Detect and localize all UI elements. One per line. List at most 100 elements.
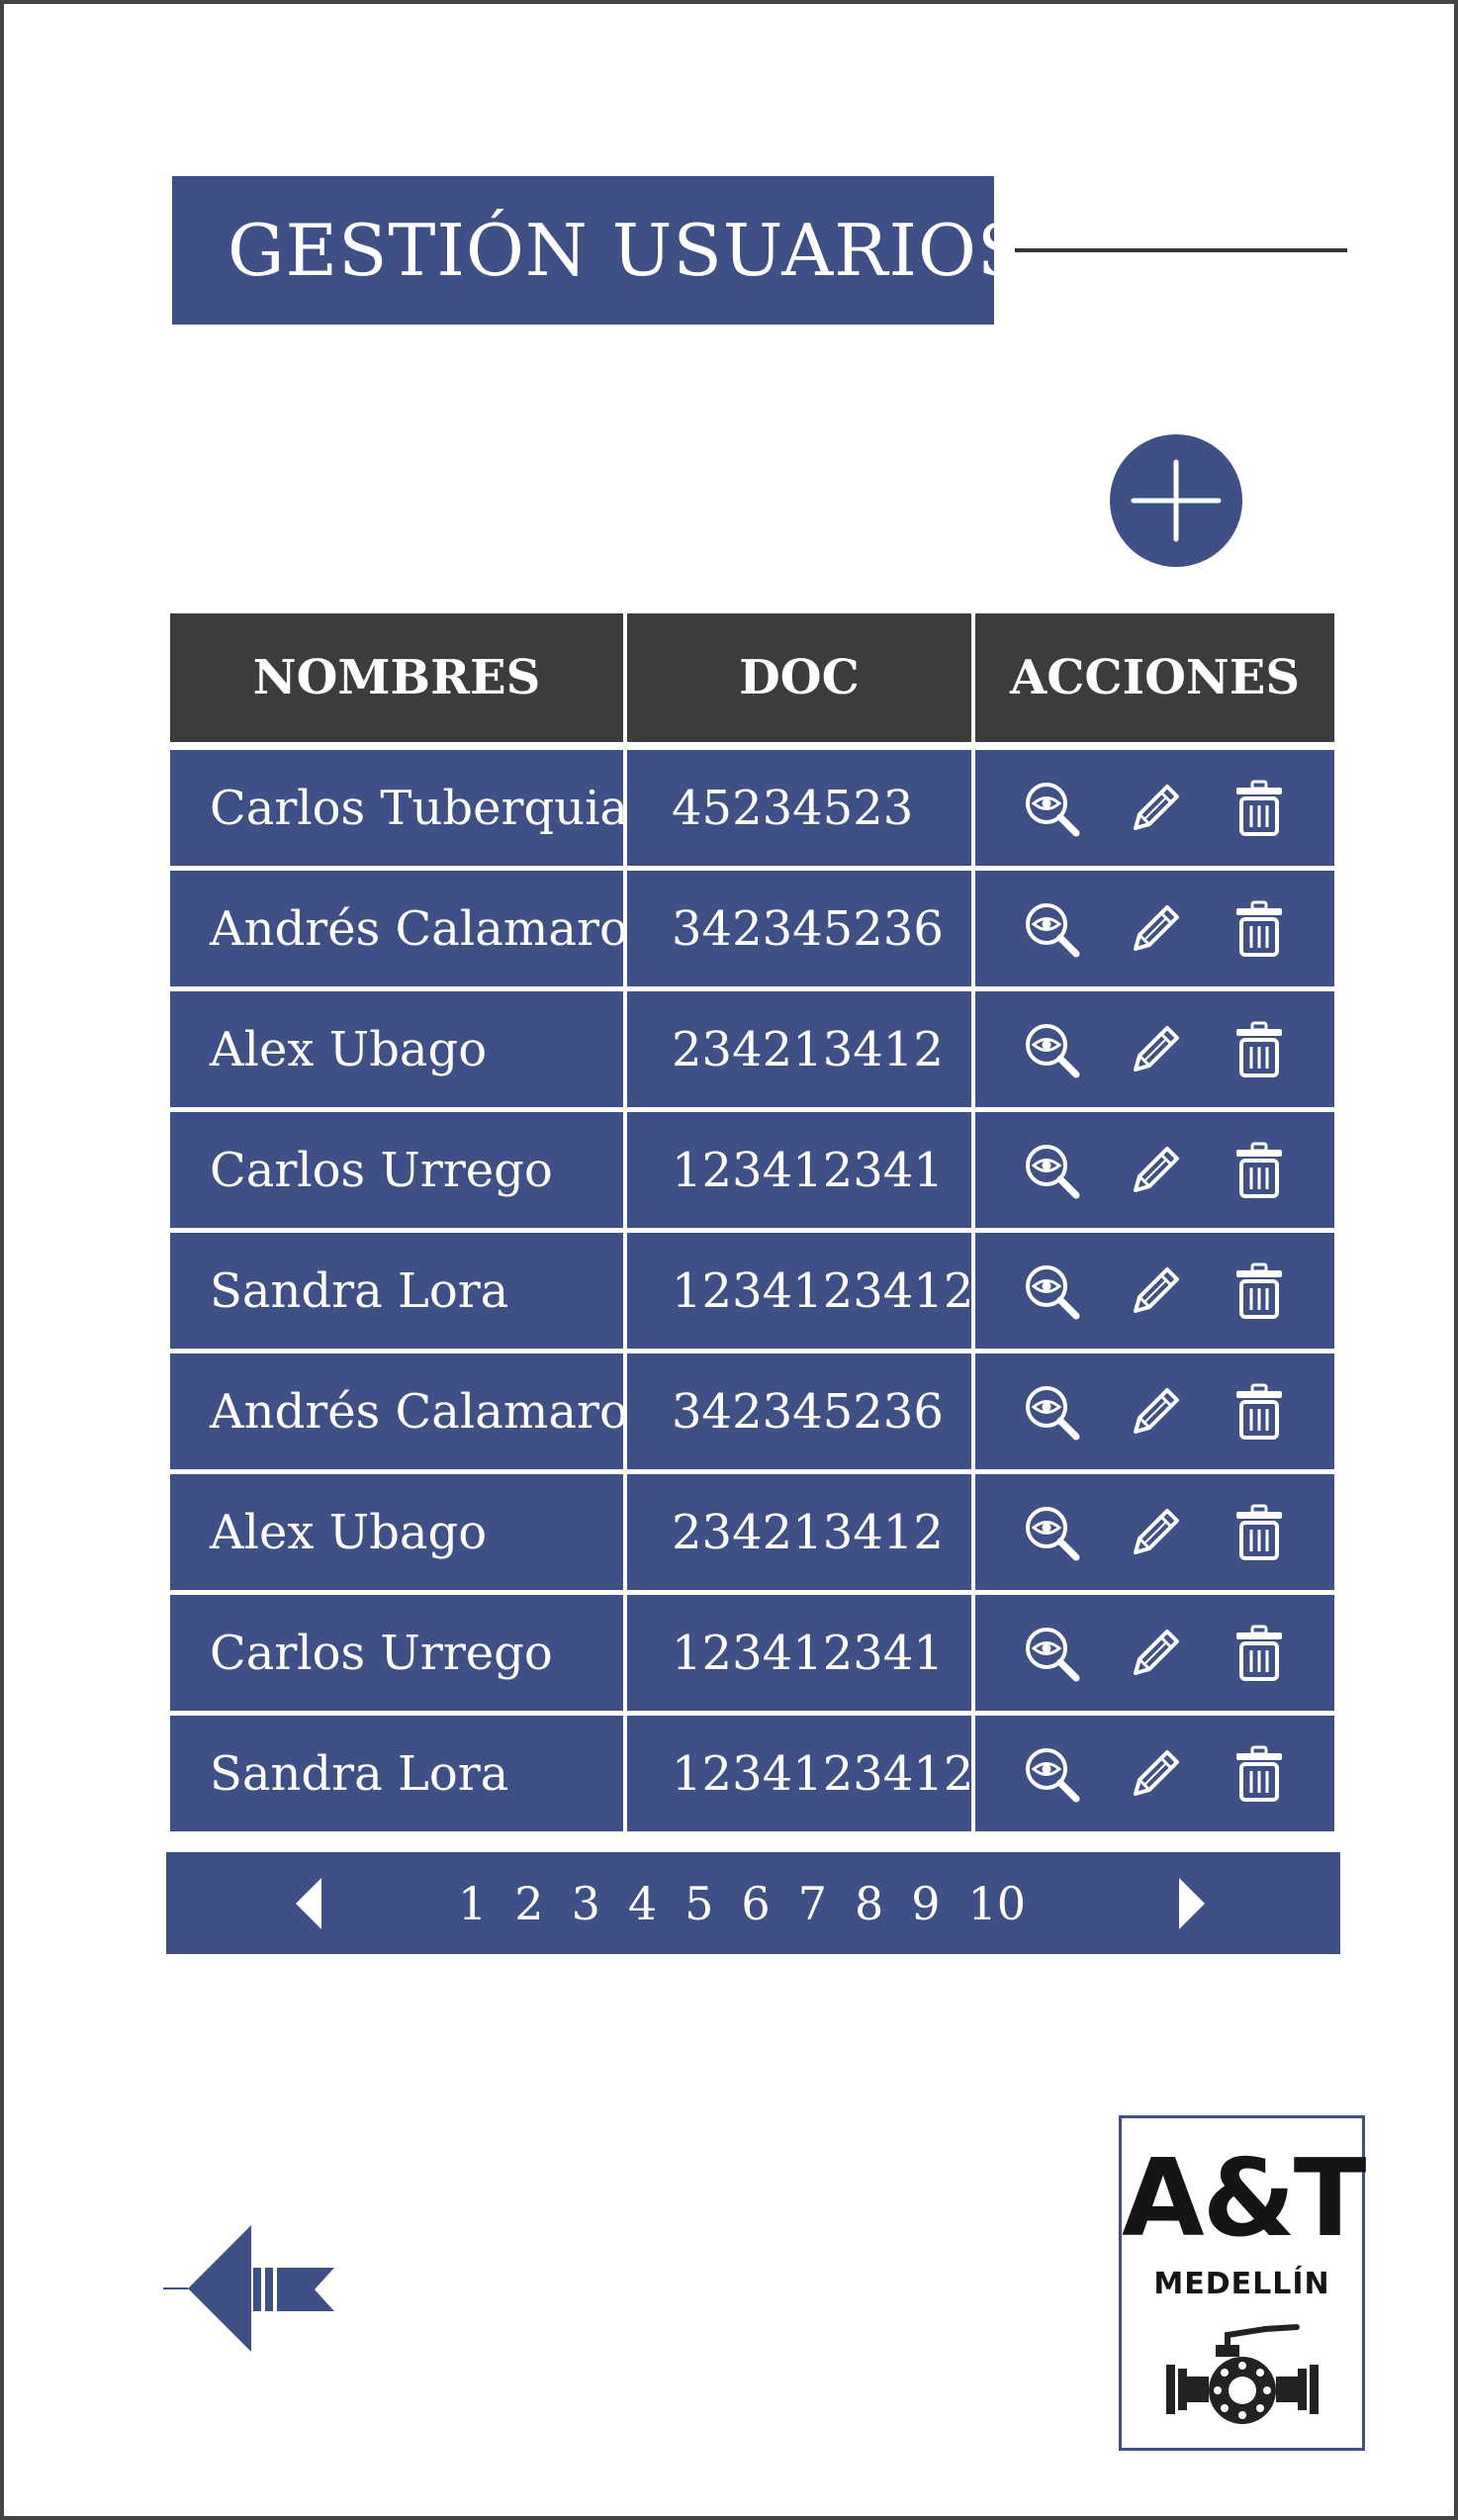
table-row: Carlos Urrego 123412341: [170, 1112, 1334, 1228]
row-actions: [975, 991, 1334, 1107]
view-button[interactable]: [1016, 1497, 1087, 1568]
user-doc: 1234123412: [627, 1233, 975, 1349]
user-doc: 45234523: [627, 750, 975, 866]
row-actions: [975, 871, 1334, 986]
page-number[interactable]: 4: [623, 1877, 662, 1930]
edit-icon: [1133, 1146, 1179, 1192]
table-row: Alex Ubago 234213412: [170, 991, 1334, 1107]
user-doc: 342345236: [627, 871, 975, 986]
user-doc: 342345236: [627, 1353, 975, 1469]
user-name: Alex Ubago: [170, 1474, 627, 1590]
user-doc: 1234123412: [627, 1716, 975, 1831]
caret-left-icon: [296, 1878, 321, 1929]
delete-icon: [1235, 1262, 1282, 1319]
delete-button[interactable]: [1224, 1014, 1295, 1085]
next-page-button[interactable]: [1159, 1874, 1219, 1933]
edit-button[interactable]: [1120, 1376, 1191, 1447]
delete-button[interactable]: [1224, 1618, 1295, 1689]
back-button[interactable]: [158, 2221, 346, 2355]
page-number[interactable]: 2: [509, 1877, 548, 1930]
delete-button[interactable]: [1224, 1497, 1295, 1568]
edit-button[interactable]: [1120, 1256, 1191, 1327]
delete-icon: [1235, 1745, 1282, 1802]
page-number[interactable]: 7: [793, 1877, 832, 1930]
column-header-doc: DOC: [627, 613, 975, 742]
delete-button[interactable]: [1224, 1738, 1295, 1810]
delete-button[interactable]: [1224, 773, 1295, 844]
edit-icon: [1133, 1629, 1179, 1675]
edit-button[interactable]: [1120, 1618, 1191, 1689]
edit-button[interactable]: [1120, 1014, 1191, 1085]
view-icon: [1025, 1627, 1079, 1681]
view-icon: [1025, 1385, 1079, 1440]
row-actions: [975, 1353, 1334, 1469]
company-logo: A&T MEDELLÍN: [1119, 2115, 1366, 2451]
valve-icon: [1165, 2324, 1319, 2424]
view-button[interactable]: [1016, 1256, 1087, 1327]
view-button[interactable]: [1016, 1738, 1087, 1810]
column-header-nombres: NOMBRES: [170, 613, 627, 742]
user-name: Sandra Lora: [170, 1716, 627, 1831]
page-number[interactable]: 5: [680, 1877, 718, 1930]
view-button[interactable]: [1016, 893, 1087, 965]
edit-button[interactable]: [1120, 893, 1191, 965]
back-arrow-icon: [163, 2225, 334, 2352]
users-table: NOMBRES DOC ACCIONES Carlos Tuberquia 45…: [170, 613, 1334, 1831]
table-row: Sandra Lora 1234123412: [170, 1716, 1334, 1831]
view-button[interactable]: [1016, 1376, 1087, 1447]
add-user-button[interactable]: [1110, 434, 1242, 567]
page-number[interactable]: 9: [906, 1877, 945, 1930]
view-button[interactable]: [1016, 1135, 1087, 1206]
view-button[interactable]: [1016, 1014, 1087, 1085]
page-numbers: 1 2 3 4 5 6 7 8 9 10: [453, 1852, 1031, 1954]
edit-button[interactable]: [1120, 1135, 1191, 1206]
edit-button[interactable]: [1120, 1738, 1191, 1810]
delete-button[interactable]: [1224, 1256, 1295, 1327]
user-name: Sandra Lora: [170, 1233, 627, 1349]
user-name: Carlos Tuberquia: [170, 750, 627, 866]
edit-button[interactable]: [1120, 773, 1191, 844]
delete-icon: [1235, 1142, 1282, 1198]
title-divider: [1015, 248, 1347, 252]
row-actions: [975, 1233, 1334, 1349]
user-doc: 234213412: [627, 991, 975, 1107]
table-row: Alex Ubago 234213412: [170, 1474, 1334, 1590]
view-icon: [1025, 1144, 1079, 1198]
logo-subtext: MEDELLÍN: [1153, 2267, 1330, 2301]
delete-button[interactable]: [1224, 1376, 1295, 1447]
table-header: NOMBRES DOC ACCIONES: [170, 613, 1334, 742]
table-row: Sandra Lora 1234123412: [170, 1233, 1334, 1349]
table-row: Andrés Calamaro 342345236: [170, 1353, 1334, 1469]
edit-icon: [1133, 1749, 1179, 1796]
edit-icon: [1133, 1387, 1179, 1434]
page-number[interactable]: 1: [453, 1877, 492, 1930]
edit-icon: [1133, 784, 1179, 830]
page-number[interactable]: 6: [736, 1877, 775, 1930]
page-number[interactable]: 3: [567, 1877, 605, 1930]
delete-button[interactable]: [1224, 1135, 1295, 1206]
row-actions: [975, 1595, 1334, 1711]
column-header-acciones: ACCIONES: [1009, 650, 1301, 705]
user-doc: 234213412: [627, 1474, 975, 1590]
row-actions: [975, 1112, 1334, 1228]
table-row: Carlos Urrego 123412341: [170, 1595, 1334, 1711]
page-title: GESTIÓN USUARIOS: [172, 176, 1026, 325]
page-number[interactable]: 10: [963, 1877, 1032, 1930]
view-icon: [1025, 1506, 1079, 1560]
pagination: 1 2 3 4 5 6 7 8 9 10: [166, 1852, 1340, 1954]
table-row: Andrés Calamaro 342345236: [170, 871, 1334, 986]
delete-icon: [1235, 900, 1282, 957]
view-button[interactable]: [1016, 773, 1087, 844]
view-button[interactable]: [1016, 1618, 1087, 1689]
user-name: Andrés Calamaro: [170, 871, 627, 986]
view-icon: [1025, 1264, 1079, 1319]
page-number[interactable]: 8: [850, 1877, 888, 1930]
plus-icon: [1131, 459, 1222, 542]
delete-icon: [1235, 1504, 1282, 1560]
delete-icon: [1235, 1021, 1282, 1077]
delete-button[interactable]: [1224, 893, 1295, 965]
caret-right-icon: [1179, 1878, 1205, 1929]
prev-page-button[interactable]: [282, 1874, 341, 1933]
edit-button[interactable]: [1120, 1497, 1191, 1568]
view-icon: [1025, 902, 1079, 957]
